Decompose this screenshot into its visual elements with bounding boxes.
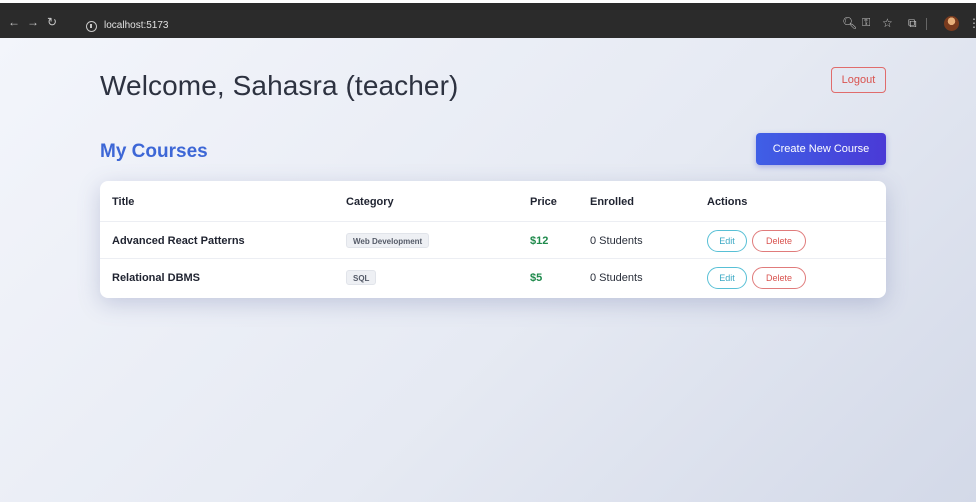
- site-info-icon[interactable]: [86, 21, 97, 32]
- back-button[interactable]: ←: [8, 16, 20, 28]
- table-row: Relational DBMS SQL $5 0 Students Edit D…: [100, 260, 886, 298]
- logout-button[interactable]: Logout: [831, 67, 886, 93]
- delete-button[interactable]: Delete: [752, 267, 806, 289]
- profile-avatar[interactable]: [944, 16, 959, 31]
- table-row: Advanced React Patterns Web Development …: [100, 223, 886, 261]
- enrolled-count: 0 Students: [590, 272, 643, 284]
- column-header-price: Price: [530, 196, 557, 208]
- row-divider: [100, 258, 886, 259]
- reload-button[interactable]: ↻: [47, 16, 57, 28]
- column-header-actions: Actions: [707, 196, 748, 208]
- page-content: Welcome, Sahasra (teacher) Logout My Cou…: [0, 38, 976, 502]
- column-header-title: Title: [112, 196, 135, 208]
- course-title: Relational DBMS: [112, 272, 201, 284]
- delete-button[interactable]: Delete: [752, 230, 806, 252]
- category-badge: Web Development: [346, 233, 430, 248]
- enrolled-count: 0 Students: [590, 235, 643, 247]
- column-header-category: Category: [346, 196, 394, 208]
- menu-icon[interactable]: ⋮: [968, 17, 976, 29]
- bookmark-star-icon[interactable]: ☆: [882, 17, 893, 29]
- page-title: Welcome, Sahasra (teacher): [100, 70, 459, 101]
- edit-button[interactable]: Edit: [707, 267, 747, 289]
- url-text[interactable]: localhost:5173: [104, 20, 169, 32]
- course-title: Advanced React Patterns: [112, 235, 245, 247]
- course-price: $12: [530, 235, 549, 247]
- address-bar[interactable]: [82, 16, 908, 38]
- browser-toolbar: ← → ↻ localhost:5173 🔍︎ ⚿ ☆ ⧉ ⋮: [0, 0, 976, 38]
- toolbar-divider: [926, 18, 927, 30]
- section-title: My Courses: [100, 141, 208, 162]
- column-header-enrolled: Enrolled: [590, 196, 635, 208]
- row-divider: [100, 221, 886, 222]
- password-key-icon[interactable]: ⚿: [862, 17, 870, 29]
- courses-table: Title Category Price Enrolled Actions Ad…: [100, 181, 886, 298]
- category-badge: SQL: [346, 270, 377, 285]
- extensions-icon[interactable]: ⧉: [908, 17, 917, 29]
- create-course-button[interactable]: Create New Course: [756, 133, 886, 165]
- zoom-icon[interactable]: 🔍︎: [842, 17, 857, 29]
- window-top-edge: [0, 0, 976, 3]
- forward-button[interactable]: →: [27, 16, 39, 28]
- course-price: $5: [530, 272, 543, 284]
- edit-button[interactable]: Edit: [707, 230, 747, 252]
